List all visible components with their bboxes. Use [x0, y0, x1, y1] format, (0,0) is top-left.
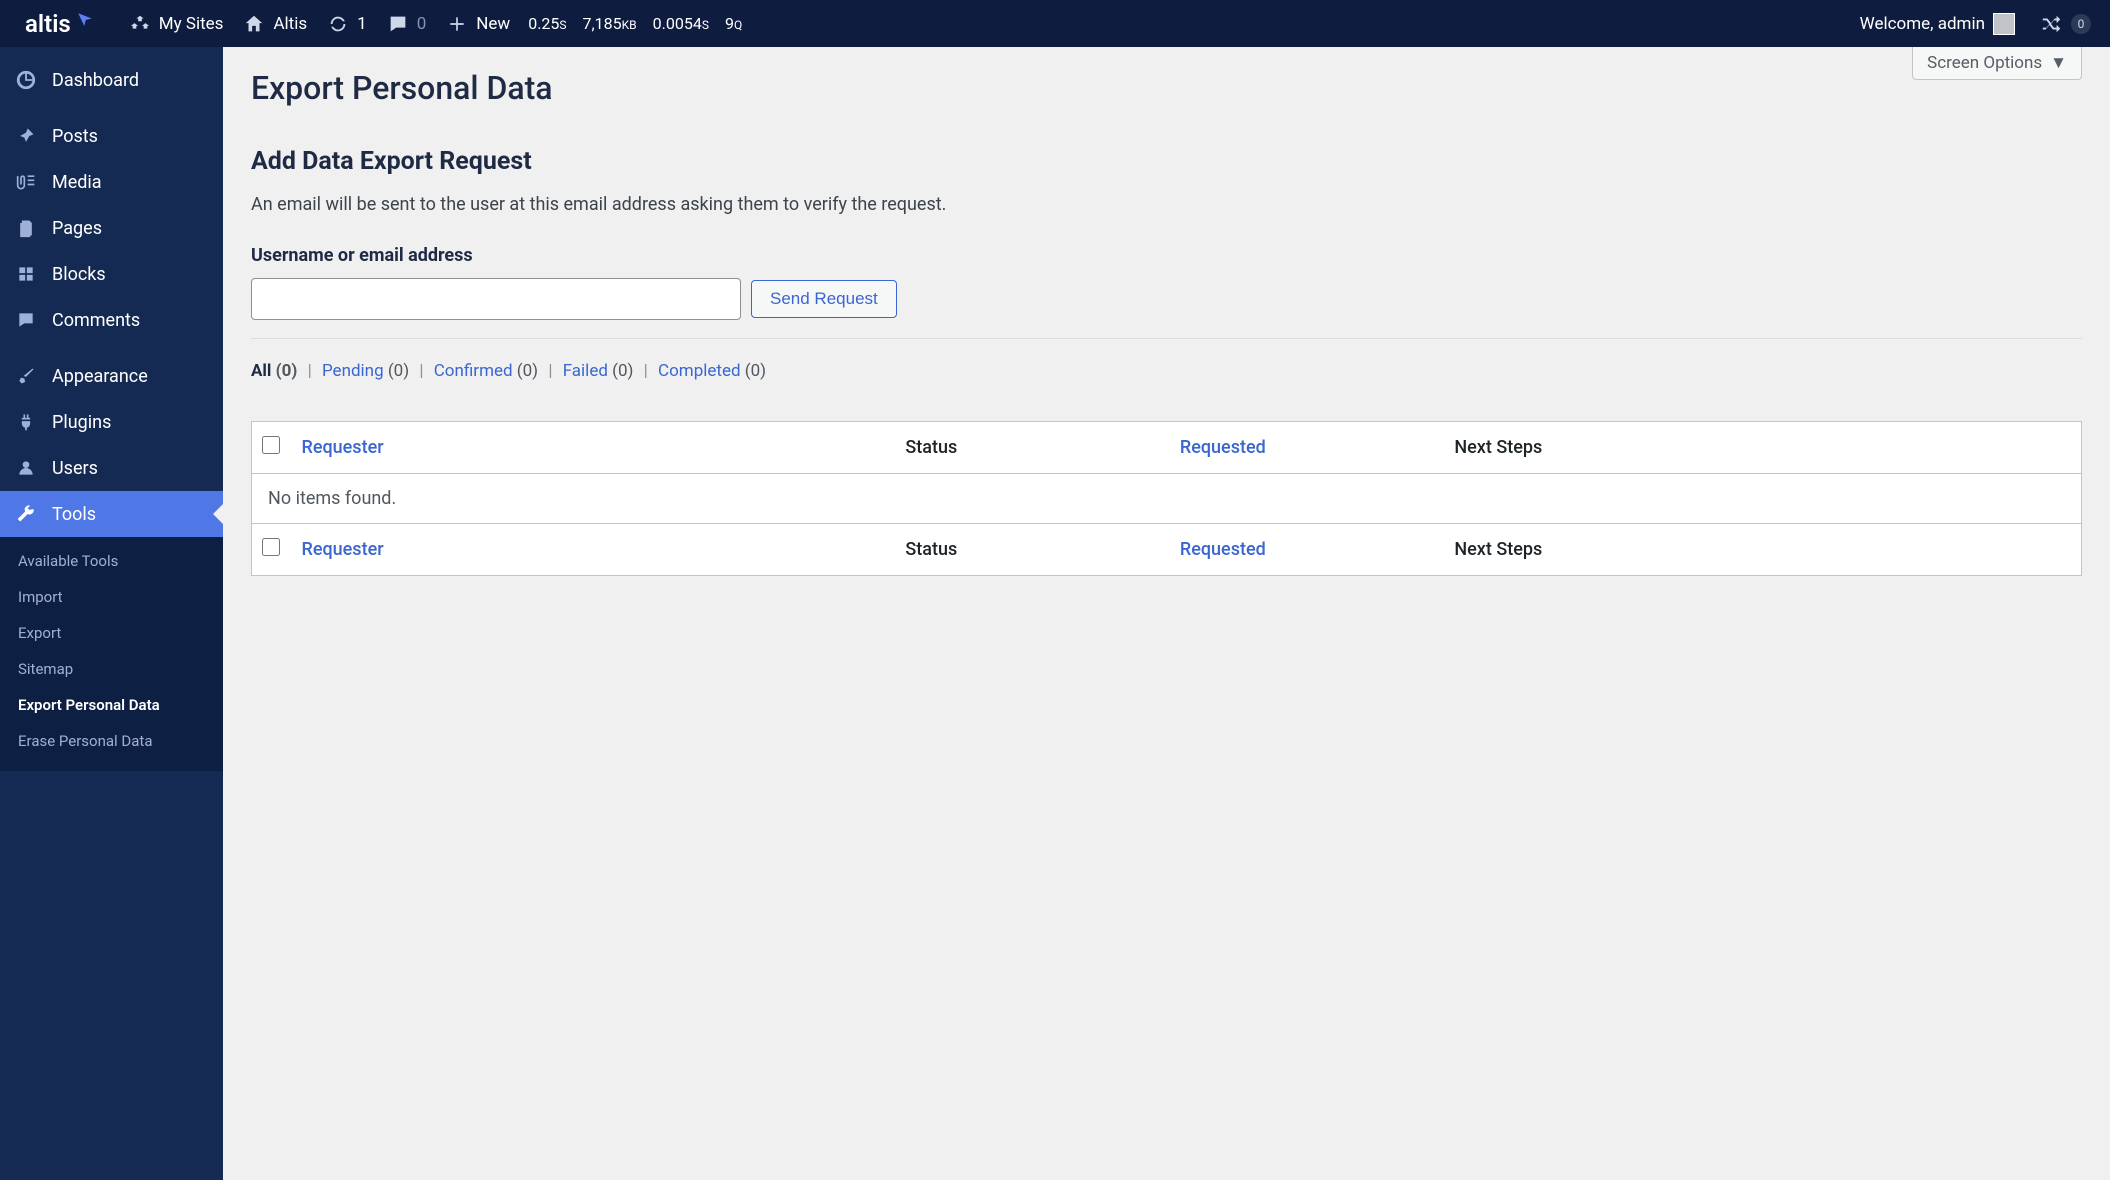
sidebar-item-label: Plugins — [52, 412, 111, 433]
brand-logo[interactable]: altis — [15, 0, 119, 47]
col-requester-sort-bottom[interactable]: Requester — [302, 539, 384, 560]
submenu-sitemap[interactable]: Sitemap — [0, 651, 223, 687]
avatar — [1993, 13, 2015, 35]
col-status: Status — [895, 422, 1170, 474]
filter-pending[interactable]: Pending — [322, 361, 388, 381]
section-description: An email will be sent to the user at thi… — [251, 194, 2082, 215]
select-all-bottom[interactable] — [262, 538, 280, 556]
sidebar-item-users[interactable]: Users — [0, 445, 223, 491]
sidebar-item-label: Dashboard — [52, 70, 139, 91]
status-filters: All (0) | Pending (0) | Confirmed (0) | … — [251, 361, 2082, 381]
updates-count: 1 — [357, 14, 367, 34]
shuffle-icon — [2041, 13, 2063, 35]
caret-down-icon: ▼ — [2050, 53, 2067, 73]
filter-failed[interactable]: Failed — [563, 361, 612, 381]
refresh-icon — [327, 13, 349, 35]
submenu-available-tools[interactable]: Available Tools — [0, 543, 223, 579]
new-label: New — [476, 14, 510, 34]
requests-table: Requester Status Requested Next Steps No… — [251, 421, 2082, 576]
sidebar-item-label: Blocks — [52, 264, 106, 285]
submenu-erase-personal[interactable]: Erase Personal Data — [0, 723, 223, 759]
shuffle-menu[interactable]: 0 — [2037, 0, 2095, 47]
pin-icon — [14, 124, 38, 148]
sidebar-item-plugins[interactable]: Plugins — [0, 399, 223, 445]
filter-completed[interactable]: Completed — [658, 361, 745, 381]
comments-menu[interactable]: 0 — [377, 0, 437, 47]
comments-count: 0 — [417, 14, 427, 34]
section-title: Add Data Export Request — [251, 147, 2082, 176]
screen-options-label: Screen Options — [1927, 53, 2042, 73]
plus-icon — [446, 13, 468, 35]
current-site-menu[interactable]: Altis — [233, 0, 317, 47]
blocks-icon — [14, 262, 38, 286]
sidebar-item-comments[interactable]: Comments — [0, 297, 223, 343]
my-sites-label: My Sites — [159, 14, 224, 34]
empty-message: No items found. — [252, 474, 2082, 524]
submenu-import[interactable]: Import — [0, 579, 223, 615]
sidebar-item-label: Posts — [52, 126, 98, 147]
sidebar-item-blocks[interactable]: Blocks — [0, 251, 223, 297]
plug-icon — [14, 410, 38, 434]
sidebar-item-appearance[interactable]: Appearance — [0, 353, 223, 399]
table-row-empty: No items found. — [252, 474, 2082, 524]
brand-cursor-icon — [76, 11, 94, 29]
user-icon — [14, 456, 38, 480]
admin-sidebar: Dashboard Posts Media Pages Blocks Comme… — [0, 47, 223, 1180]
my-sites-menu[interactable]: My Sites — [119, 0, 234, 47]
home-icon — [243, 13, 265, 35]
pages-icon — [14, 216, 38, 240]
account-menu[interactable]: Welcome, admin — [1850, 0, 2025, 47]
new-content-menu[interactable]: New — [436, 0, 520, 47]
filter-all[interactable]: All (0) — [251, 361, 302, 381]
tools-submenu: Available Tools Import Export Sitemap Ex… — [0, 537, 223, 771]
network-sites-icon — [129, 13, 151, 35]
sidebar-item-label: Media — [52, 172, 102, 193]
submenu-export[interactable]: Export — [0, 615, 223, 651]
sidebar-item-media[interactable]: Media — [0, 159, 223, 205]
dashboard-icon — [14, 68, 38, 92]
screen-options-toggle[interactable]: Screen Options ▼ — [1912, 47, 2082, 80]
sidebar-item-label: Tools — [52, 504, 96, 525]
sidebar-item-dashboard[interactable]: Dashboard — [0, 57, 223, 103]
wrench-icon — [14, 502, 38, 526]
sidebar-item-label: Comments — [52, 310, 140, 331]
sidebar-item-tools[interactable]: Tools — [0, 491, 223, 537]
brush-icon — [14, 364, 38, 388]
submenu-export-personal[interactable]: Export Personal Data — [0, 687, 223, 723]
welcome-text: Welcome, admin — [1860, 14, 1985, 34]
sidebar-item-posts[interactable]: Posts — [0, 113, 223, 159]
col-requested-sort[interactable]: Requested — [1180, 437, 1266, 458]
sidebar-item-label: Appearance — [52, 366, 148, 387]
stat-db-time[interactable]: 0.0054S — [645, 14, 717, 33]
field-label-username: Username or email address — [251, 245, 2082, 266]
comment-icon — [387, 13, 409, 35]
sidebar-item-pages[interactable]: Pages — [0, 205, 223, 251]
col-requester-sort[interactable]: Requester — [302, 437, 384, 458]
stat-time[interactable]: 0.25S — [520, 14, 574, 33]
stat-memory[interactable]: 7,185KB — [575, 14, 645, 33]
media-icon — [14, 170, 38, 194]
send-request-button[interactable]: Send Request — [751, 280, 897, 318]
col-next-steps-bottom: Next Steps — [1444, 524, 2081, 576]
updates-menu[interactable]: 1 — [317, 0, 377, 47]
site-name: Altis — [273, 14, 307, 34]
stat-queries[interactable]: 9Q — [717, 14, 750, 33]
divider — [251, 338, 2082, 339]
filter-confirmed[interactable]: Confirmed — [434, 361, 517, 381]
brand-text: altis — [25, 10, 71, 38]
col-requested-sort-bottom[interactable]: Requested — [1180, 539, 1266, 560]
sidebar-item-label: Users — [52, 458, 98, 479]
select-all-top[interactable] — [262, 436, 280, 454]
page-title: Export Personal Data — [251, 47, 2082, 107]
sidebar-item-label: Pages — [52, 218, 102, 239]
username-email-input[interactable] — [251, 278, 741, 320]
col-next-steps: Next Steps — [1444, 422, 2081, 474]
comment-icon — [14, 308, 38, 332]
shuffle-count: 0 — [2071, 14, 2091, 34]
col-status-bottom: Status — [895, 524, 1170, 576]
